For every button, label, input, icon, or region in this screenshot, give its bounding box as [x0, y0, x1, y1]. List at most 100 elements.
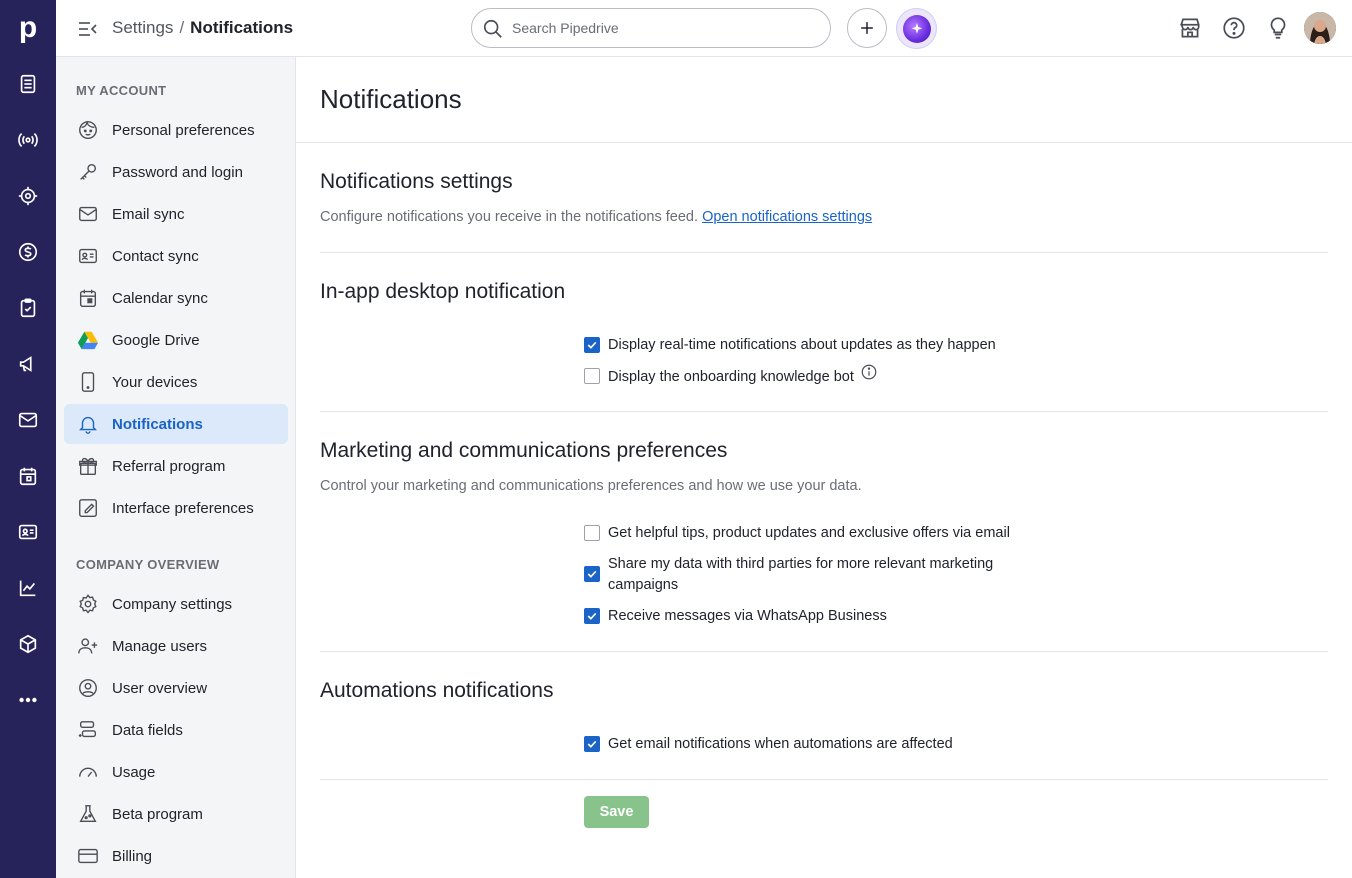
search-placeholder: Search Pipedrive [512, 20, 619, 36]
envelope-icon [76, 202, 100, 226]
activities-icon[interactable] [14, 294, 42, 322]
sidebar-item-notifications[interactable]: Notifications [64, 404, 288, 444]
option-whatsapp[interactable]: Receive messages via WhatsApp Business [584, 606, 887, 627]
section-my-account: MY ACCOUNT [76, 83, 167, 98]
checkbox-checked[interactable] [584, 608, 600, 624]
divider [296, 142, 1352, 143]
checkbox-unchecked[interactable] [584, 368, 600, 384]
sidebar-item-calendar-sync[interactable]: Calendar sync [64, 278, 288, 318]
products-icon[interactable] [14, 630, 42, 658]
open-notifications-settings-link[interactable]: Open notifications settings [702, 209, 872, 225]
mail-icon[interactable] [14, 406, 42, 434]
section-company-overview: COMPANY OVERVIEW [76, 557, 220, 572]
sidebar-item-usage[interactable]: Usage [64, 752, 288, 792]
checkbox-label: Get email notifications when automations… [608, 736, 953, 752]
checkbox-checked[interactable] [584, 736, 600, 752]
radar-icon[interactable] [14, 126, 42, 154]
more-icon[interactable] [14, 686, 42, 714]
search-input[interactable]: Search Pipedrive [471, 8, 831, 48]
deals-icon[interactable] [14, 238, 42, 266]
leads-icon[interactable] [14, 70, 42, 98]
bell-icon [76, 412, 100, 436]
checkbox-label: Display the onboarding knowledge bot [608, 368, 854, 385]
divider [320, 252, 1328, 253]
option-onboarding-bot[interactable]: Display the onboarding knowledge bot [584, 363, 878, 388]
breadcrumb: Settings / Notifications [112, 18, 293, 38]
sidebar-item-label: Company settings [112, 595, 233, 613]
sidebar-item-label: Interface preferences [112, 499, 254, 517]
sidebar-item-manage-users[interactable]: Manage users [64, 626, 288, 666]
page-title: Notifications [320, 84, 462, 114]
marketing-heading: Marketing and communications preferences [320, 439, 728, 462]
checkbox-unchecked[interactable] [584, 525, 600, 541]
gift-icon [76, 454, 100, 478]
interface-edit-icon [76, 496, 100, 520]
breadcrumb-separator: / [179, 18, 185, 37]
sidebar-item-label: Usage [112, 763, 156, 781]
sidebar-item-data-fields[interactable]: Data fields [64, 710, 288, 750]
checkbox-label: Get helpful tips, product updates and ex… [608, 525, 1010, 541]
sidebar-item-beta-program[interactable]: Beta program [64, 794, 288, 834]
breadcrumb-settings[interactable]: Settings [112, 18, 173, 37]
collapse-menu-icon[interactable] [76, 17, 100, 41]
sidebar-item-referral-program[interactable]: Referral program [64, 446, 288, 486]
gauge-icon [76, 760, 100, 784]
notifications-settings-text: Configure notifications you receive in t… [320, 209, 699, 225]
phone-icon [76, 370, 100, 394]
checkbox-label: Receive messages via WhatsApp Business [608, 608, 887, 624]
avatar[interactable] [1304, 12, 1336, 44]
sidebar-item-label: User overview [112, 679, 208, 697]
google-drive-icon [76, 328, 100, 352]
inapp-notification-heading: In-app desktop notification [320, 280, 566, 303]
sidebar-item-label: Password and login [112, 163, 243, 181]
checkbox-checked[interactable] [584, 566, 600, 582]
option-share-data[interactable]: Share my data with third parties for mor… [584, 554, 1024, 596]
sidebar-item-label: Personal preferences [112, 121, 255, 139]
sidebar-item-label: Calendar sync [112, 289, 208, 307]
sidebar-item-user-overview[interactable]: User overview [64, 668, 288, 708]
pipedrive-logo[interactable]: p [0, 0, 56, 56]
sidebar-item-google-drive[interactable]: Google Drive [64, 320, 288, 360]
sidebar-item-email-sync[interactable]: Email sync [64, 194, 288, 234]
notifications-settings-heading: Notifications settings [320, 170, 513, 193]
sidebar-item-label: Contact sync [112, 247, 199, 265]
campaigns-icon[interactable] [14, 350, 42, 378]
sidebar-item-label: Google Drive [112, 331, 200, 349]
insights-icon[interactable] [14, 574, 42, 602]
save-button[interactable]: Save [584, 796, 649, 828]
lightbulb-icon[interactable] [1265, 15, 1291, 41]
ai-assistant-button[interactable] [896, 8, 937, 49]
marketplace-icon[interactable] [1177, 15, 1203, 41]
divider [320, 779, 1328, 780]
calendar-icon[interactable] [14, 462, 42, 490]
automations-heading: Automations notifications [320, 679, 554, 702]
sidebar-item-contact-sync[interactable]: Contact sync [64, 236, 288, 276]
users-icon [76, 634, 100, 658]
sidebar-item-label: Data fields [112, 721, 183, 739]
option-realtime-notifications[interactable]: Display real-time notifications about up… [584, 335, 996, 356]
target-icon[interactable] [14, 182, 42, 210]
contact-card-icon [76, 244, 100, 268]
sidebar-item-label: Email sync [112, 205, 185, 223]
info-icon[interactable] [860, 363, 878, 388]
sidebar-item-password-login[interactable]: Password and login [64, 152, 288, 192]
sidebar-item-personal-preferences[interactable]: Personal preferences [64, 110, 288, 150]
calendar-icon [76, 286, 100, 310]
quick-add-button[interactable] [847, 8, 887, 48]
top-bar: Settings / Notifications Search Pipedrive [56, 0, 1352, 57]
contacts-icon[interactable] [14, 518, 42, 546]
checkbox-label: Share my data with third parties for mor… [608, 556, 994, 593]
sidebar-item-label: Billing [112, 847, 153, 865]
sidebar-item-label: Your devices [112, 373, 198, 391]
sidebar-item-billing[interactable]: Billing [64, 836, 288, 876]
sidebar-item-interface-preferences[interactable]: Interface preferences [64, 488, 288, 528]
divider [320, 411, 1328, 412]
sidebar-item-your-devices[interactable]: Your devices [64, 362, 288, 402]
sidebar-item-label: Manage users [112, 637, 208, 655]
option-automation-emails[interactable]: Get email notifications when automations… [584, 734, 953, 755]
sidebar-item-company-settings[interactable]: Company settings [64, 584, 288, 624]
help-icon[interactable] [1221, 15, 1247, 41]
sidebar-item-label: Referral program [112, 457, 226, 475]
checkbox-checked[interactable] [584, 337, 600, 353]
option-helpful-tips[interactable]: Get helpful tips, product updates and ex… [584, 523, 1010, 544]
